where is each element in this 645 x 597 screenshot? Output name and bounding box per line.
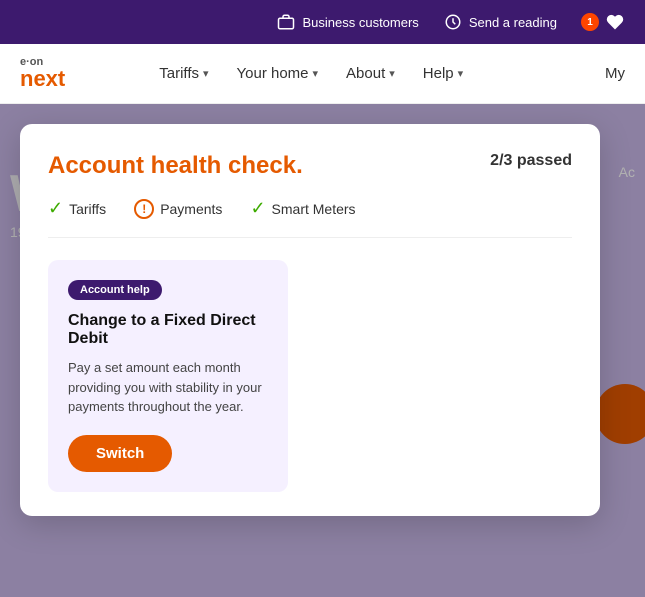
tariffs-chevron-icon: ▾ xyxy=(203,67,209,80)
tariffs-check-label: Tariffs xyxy=(69,201,106,217)
modal-header: Account health check. 2/3 passed xyxy=(48,152,572,180)
account-help-badge: Account help xyxy=(68,280,162,300)
help-label: Help xyxy=(423,65,454,82)
briefcase-icon xyxy=(276,12,296,32)
notification-badge: 1 xyxy=(581,13,599,31)
nav-your-home[interactable]: Your home ▾ xyxy=(223,44,333,104)
tariffs-check-icon: ✓ xyxy=(48,198,63,219)
health-check-modal: Account health check. 2/3 passed ✓ Tarif… xyxy=(20,124,600,516)
smart-meters-check-icon: ✓ xyxy=(250,198,265,219)
switch-button[interactable]: Switch xyxy=(68,435,172,472)
heart-icon xyxy=(605,12,625,32)
payments-check-label: Payments xyxy=(160,201,222,217)
checks-row: ✓ Tariffs ! Payments ✓ Smart Meters xyxy=(48,198,572,238)
nav-my[interactable]: My xyxy=(605,65,625,82)
nav-tariffs[interactable]: Tariffs ▾ xyxy=(145,44,222,104)
your-home-label: Your home xyxy=(237,65,309,82)
business-label: Business customers xyxy=(302,15,418,30)
my-label: My xyxy=(605,65,625,82)
top-bar: Business customers Send a reading 1 xyxy=(0,0,645,44)
smart-meters-check-label: Smart Meters xyxy=(272,201,356,217)
main-content: We 192 G... Ac Account health check. 2/3… xyxy=(0,104,645,597)
tariffs-check: ✓ Tariffs xyxy=(48,198,106,219)
send-reading-label: Send a reading xyxy=(469,15,557,30)
your-home-chevron-icon: ▾ xyxy=(313,67,319,80)
suggestion-card: Account help Change to a Fixed Direct De… xyxy=(48,260,288,492)
about-label: About xyxy=(346,65,385,82)
send-reading-link[interactable]: Send a reading xyxy=(443,12,557,32)
tariffs-label: Tariffs xyxy=(159,65,199,82)
payments-check: ! Payments xyxy=(134,199,222,219)
payments-check-icon: ! xyxy=(134,199,154,219)
nav-help[interactable]: Help ▾ xyxy=(409,44,477,104)
modal-score: 2/3 passed xyxy=(490,152,572,170)
nav-bar: e·on next Tariffs ▾ Your home ▾ About ▾ … xyxy=(0,44,645,104)
suggestion-title: Change to a Fixed Direct Debit xyxy=(68,312,268,348)
smart-meters-check: ✓ Smart Meters xyxy=(250,198,355,219)
logo-next-text: next xyxy=(20,68,65,90)
about-chevron-icon: ▾ xyxy=(389,67,395,80)
help-chevron-icon: ▾ xyxy=(458,67,464,80)
notifications-link[interactable]: 1 xyxy=(581,12,625,32)
business-customers-link[interactable]: Business customers xyxy=(276,12,418,32)
modal-title: Account health check. xyxy=(48,152,303,180)
modal-overlay: Account health check. 2/3 passed ✓ Tarif… xyxy=(0,104,645,597)
logo[interactable]: e·on next xyxy=(20,57,65,90)
meter-icon xyxy=(443,12,463,32)
suggestion-desc: Pay a set amount each month providing yo… xyxy=(68,358,268,417)
nav-about[interactable]: About ▾ xyxy=(332,44,409,104)
